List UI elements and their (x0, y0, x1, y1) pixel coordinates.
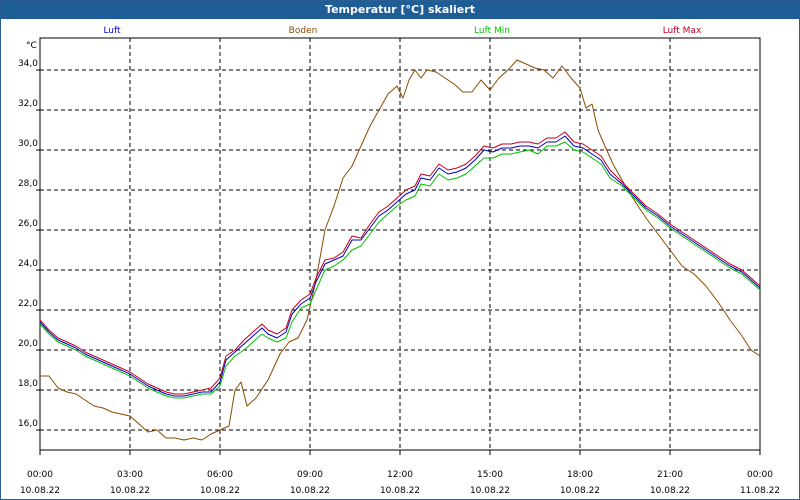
y-tick-label: 30,0 (18, 139, 38, 149)
x-tick-time: 03:00 (117, 470, 143, 480)
y-tick-label: 16,0 (18, 419, 38, 429)
y-tick-label: 34,0 (18, 59, 38, 69)
y-tick-label: 28,0 (18, 179, 38, 189)
y-tick-label: 22,0 (18, 299, 38, 309)
x-tick-time: 12:00 (387, 470, 413, 480)
y-axis-label: °C (26, 41, 37, 51)
y-tick-label: 18,0 (18, 379, 38, 389)
temperature-chart: °C Luft Boden Luft Min Luft Max 16,0 18,0 20,… (18, 26, 780, 496)
x-tick-date: 10.08.22 (650, 486, 690, 496)
x-tick-time: 00:00 (27, 470, 53, 480)
x-tick-time: 06:00 (207, 470, 233, 480)
x-tick-date: 10.08.22 (110, 486, 150, 496)
x-tick-time: 15:00 (477, 470, 503, 480)
x-tick-date: 10.08.22 (290, 486, 330, 496)
legend-entry-luft-max: Luft Max (663, 26, 702, 36)
x-tick-date: 10.08.22 (200, 486, 240, 496)
y-tick-label: 24,0 (18, 259, 38, 269)
x-tick-time: 09:00 (297, 470, 323, 480)
legend-entry-boden: Boden (289, 26, 318, 36)
y-tick-label: 26,0 (18, 219, 38, 229)
x-tick-date: 11.08.22 (740, 486, 780, 496)
x-tick-time: 00:00 (747, 470, 773, 480)
x-tick-date: 10.08.22 (380, 486, 420, 496)
x-tick-date: 10.08.22 (560, 486, 600, 496)
x-tick-time: 18:00 (567, 470, 593, 480)
y-axis: 16,0 18,0 20,0 22,0 24,0 26,0 28,0 30,0 32,0 34,0 (18, 59, 40, 431)
y-tick-label: 32,0 (18, 99, 38, 109)
x-axis: 00:00 10.08.22 03:00 10.08.22 06:00 10.08.22 0… (20, 450, 780, 496)
legend: Luft Boden Luft Min Luft Max (103, 26, 702, 36)
x-tick-time: 21:00 (657, 470, 683, 480)
legend-entry-luft: Luft (103, 26, 121, 36)
x-tick-date: 10.08.22 (470, 486, 510, 496)
x-tick-date: 10.08.22 (20, 486, 60, 496)
y-tick-label: 20,0 (18, 339, 38, 349)
legend-entry-luft-min: Luft Min (474, 26, 510, 36)
